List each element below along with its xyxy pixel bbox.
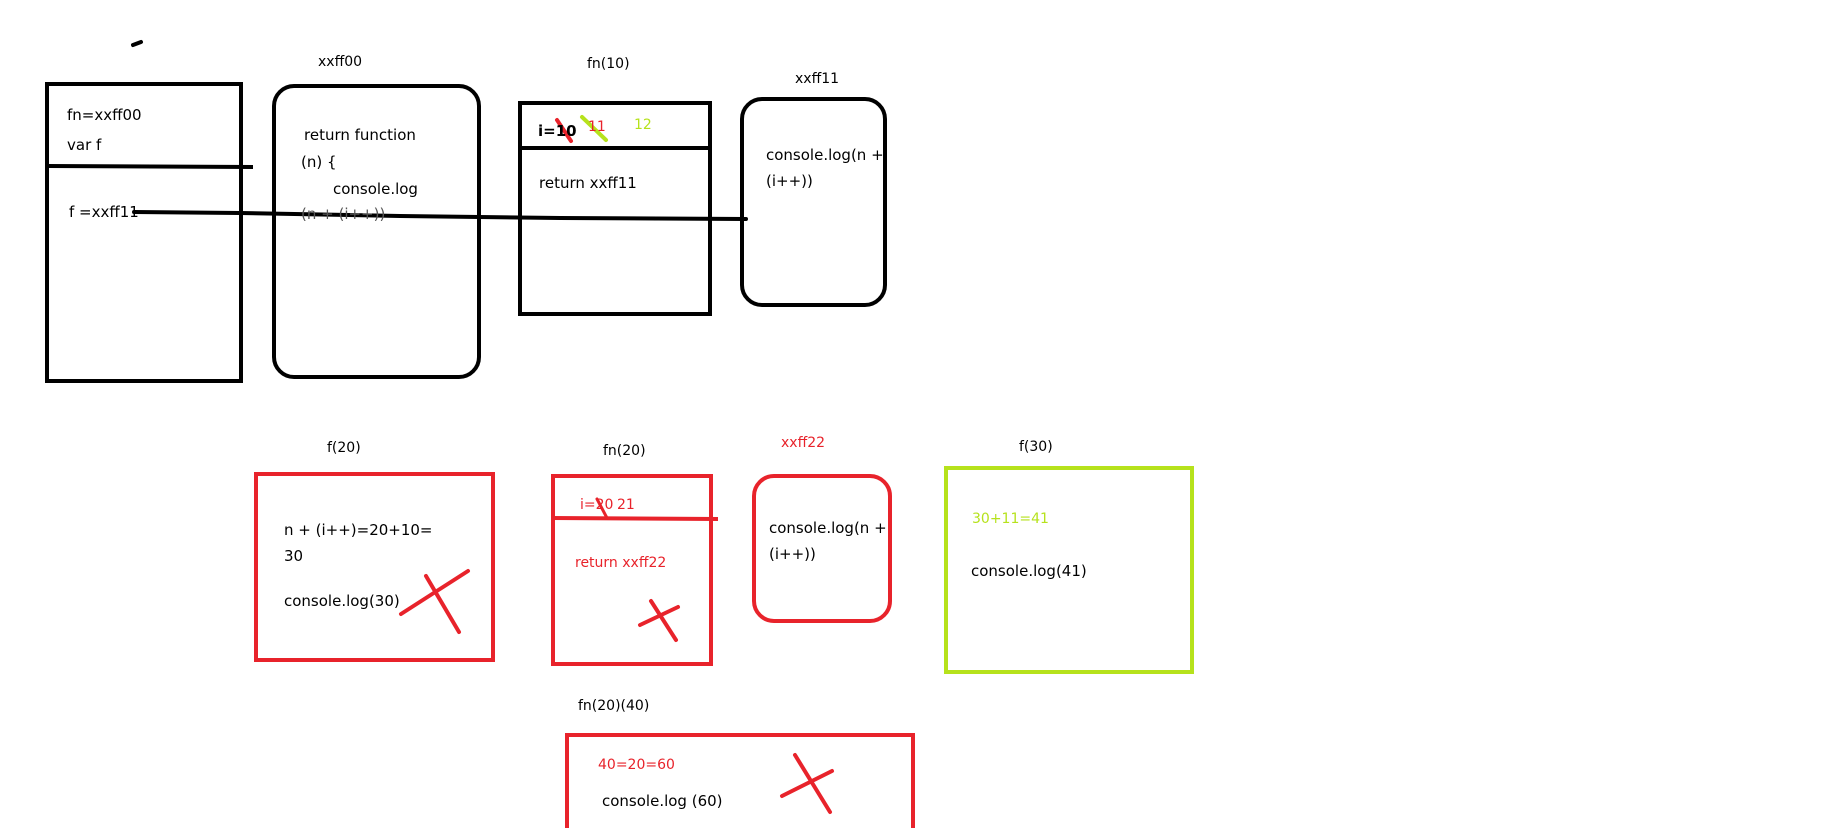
call-label-fn20: fn(20) (603, 443, 646, 459)
global-fn-assign: fn=xxff00 (67, 106, 142, 124)
call-label-f20: f(20) (327, 440, 361, 456)
heap-xxff22-line2: (i++)) (769, 545, 816, 563)
global-scope-divider (46, 164, 254, 169)
heap-xxff00-line3: console.log (333, 180, 418, 198)
f30-line1: console.log(41) (971, 562, 1087, 580)
cross-f20 (399, 569, 470, 634)
fn20-var-i: i=20 (580, 497, 614, 513)
call-label-fn10: fn(10) (587, 56, 630, 72)
call-label-f30: f(30) (1019, 439, 1053, 455)
fn10-value-11: 11 (588, 119, 606, 135)
call-box-fn20-divider (550, 516, 719, 521)
fn10-var-i: i=10 (538, 122, 577, 140)
stray-mark (131, 40, 143, 47)
call-label-fn20-40: fn(20)(40) (578, 698, 650, 714)
heap-xxff00-line2: (n) { (301, 153, 337, 171)
fn10-value-12: 12 (634, 117, 652, 133)
heap-xxff00-line4: (n + (i++)) (301, 205, 386, 223)
heap-label-xxff11: xxff11 (795, 71, 840, 87)
cross-fn20 (638, 599, 680, 642)
global-scope-box (45, 82, 243, 383)
call-box-fn20-40 (565, 733, 915, 828)
reference-line (132, 210, 748, 221)
heap-label-xxff00: xxff00 (318, 54, 363, 70)
fn20-return: return xxff22 (575, 555, 667, 571)
heap-xxff11-line1: console.log(n + (766, 146, 884, 164)
cross-fn20-40 (780, 753, 834, 814)
diagram-canvas (45, 40, 1194, 828)
fn20-value-21: 21 (617, 497, 635, 513)
global-var-f: var f (67, 136, 102, 154)
f20-line2: 30 (284, 547, 304, 565)
global-f-assign: f =xxff11 (69, 203, 139, 221)
fn20-40-line1: console.log (60) (602, 792, 723, 810)
heap-label-xxff22: xxff22 (781, 435, 826, 451)
f20-line1: n + (i++)=20+10= (284, 521, 433, 539)
heap-xxff00-line1: return function (304, 126, 416, 144)
f30-calc: 30+11=41 (972, 511, 1049, 527)
heap-xxff22-line1: console.log(n + (769, 519, 887, 537)
fn20-40-calc: 40=20=60 (598, 757, 675, 773)
heap-xxff11-line2: (i++)) (766, 172, 813, 190)
fn10-return: return xxff11 (539, 174, 637, 192)
f20-line3: console.log(30) (284, 592, 400, 610)
heap-box-xxff11 (740, 97, 887, 307)
